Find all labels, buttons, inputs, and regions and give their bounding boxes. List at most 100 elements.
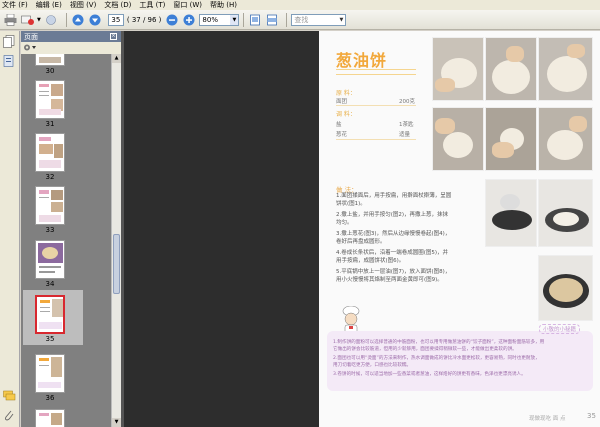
thumbnail-list: 30 31 32 33 34 35 36 [21,54,111,427]
step-photo-2 [485,37,537,101]
step-line: 1.面团揉面后，用手按扁，用擀面杖擀薄，呈圆 [336,193,452,199]
bookmarks-icon[interactable] [3,55,16,68]
next-page-icon[interactable] [88,13,102,27]
ingredient-name: 面团 [336,99,348,105]
email-dropdown-arrow[interactable]: ▼ [37,17,41,23]
document-view[interactable]: 葱油饼 原 料： 面团 200克 调 料： 盐 1茶匙 葱花 适量 做 法： 1… [124,31,600,427]
pages-panel-header: 页面 × [21,31,121,42]
thumbnail-page-32[interactable]: 32 [35,133,65,181]
scroll-up-icon[interactable]: ▲ [112,54,121,63]
thumbnail-image [35,295,65,334]
seasoning-amount: 适量 [399,132,411,138]
chevron-down-icon: ▼ [230,14,239,25]
menu-file[interactable]: 文件 (F) [2,0,28,10]
thumbnail-label: 35 [45,335,55,343]
thumbnail-image [35,80,65,119]
toolbar-separator [243,12,245,27]
step-photo-3 [538,37,593,101]
thumbnail-page-36[interactable]: 36 [35,354,65,402]
menu-view[interactable]: 视图 (V) [70,0,96,10]
step-line: 卷好后再盘成圆形。 [336,239,386,245]
thumbnail-image [35,409,65,427]
step-photo-9 [538,255,593,321]
title-rule [336,69,416,75]
previous-page-icon[interactable] [71,13,85,27]
chevron-down-icon: ▼ [339,16,344,23]
menu-window[interactable]: 窗口 (W) [173,0,202,10]
toolbar-separator [286,12,288,27]
pages-panel: 页面 × 30 31 32 33 34 35 36 ▲ ▼ [21,31,121,427]
navigation-strip [0,31,20,427]
step-line: 用手按扁，成圆饼状(图6)。 [336,258,405,264]
tip-line: 1.制作饼的面粉可以选择普通的中筋面粉，也可以用专用做葱油饼的“饺子面粉”，这种… [333,340,545,345]
step-line: 5.平底锅中放上一层油(图7)，放入面饼(图8)， [336,269,451,275]
thumbnail-image [35,133,65,172]
page-number-input[interactable]: 35 [107,13,124,26]
thumbnail-scrollbar[interactable]: ▲ ▼ [111,54,121,427]
toolbar-separator [65,12,67,27]
scrollbar-thumb[interactable] [113,234,120,294]
zoom-out-icon[interactable] [165,13,179,27]
attachments-icon[interactable] [3,409,16,422]
seasoning-amount: 1茶匙 [399,122,414,128]
thumbnail-label: 36 [45,394,55,402]
thumbnail-image [35,54,65,66]
seasoning-rule [336,139,416,140]
tip-line: 用刀切着吃更方便，口感也比较软糯。 [333,363,412,368]
pages-panel-title: 页面 [24,32,38,41]
document-page: 葱油饼 原 料： 面团 200克 调 料： 盐 1茶匙 葱花 适量 做 法： 1… [319,31,600,427]
zoom-in-icon[interactable] [182,13,196,27]
menu-edit[interactable]: 编辑 (E) [36,0,62,10]
step-line: 饼状(图1)。 [336,201,366,207]
seasoning-label: 调 料： [336,111,356,118]
menu-help[interactable]: 帮助 (H) [210,0,237,10]
thumbnail-label: 34 [45,280,55,288]
fit-width-icon[interactable] [265,13,279,27]
ingredient-amount: 200克 [399,99,415,105]
thumbnail-page-31[interactable]: 31 [35,80,65,128]
print-icon[interactable] [3,13,17,27]
scroll-down-icon[interactable]: ▼ [112,418,121,427]
seasoning-name: 盐 [336,122,342,128]
email-icon[interactable] [20,13,34,27]
thumbnail-image [35,186,65,225]
thumbnail-label: 33 [45,226,55,234]
step-photo-8 [538,179,593,247]
step-line: 3.撒上葱花(图3)，然后从边缘慢慢卷起(图4)， [336,231,451,237]
options-icon[interactable] [23,43,37,54]
page-footer: 现做现吃 面 点 [529,416,566,422]
step-photo-7 [485,179,537,247]
thumbnail-page-35[interactable]: 35 [35,295,65,343]
pages-icon[interactable] [3,35,16,48]
thumbnail-page-37[interactable] [35,409,65,427]
page-number: 35 [587,412,596,420]
tip-line: 3.卷饼的时候，可以适当地加一些香菜或者葱油，这样烙好的饼更有香味，色泽也更漂亮… [333,372,526,377]
step-line: 均匀。 [336,220,353,226]
tips-title: 小敬的小秘籍 [539,324,581,334]
ingredient-rule [336,105,416,106]
search-input[interactable]: 查找 ▼ [291,13,347,26]
step-photo-4 [432,107,484,171]
thumbnail-page-34[interactable]: 34 [35,240,65,288]
thumbnail-page-30[interactable]: 30 [35,54,65,75]
close-icon[interactable]: × [110,33,117,40]
zoom-select[interactable]: 80% ▼ [199,13,240,26]
menu-tools[interactable]: 工具 (T) [139,0,165,10]
seasoning-name: 葱花 [336,132,348,138]
toolbar: ▼ 35 ( 37 / 96 ) 80% ▼ 查找 ▼ [0,10,600,30]
fit-page-icon[interactable] [248,13,262,27]
comments-icon[interactable] [3,390,16,403]
step-photo-5 [485,107,537,171]
step-photo-1 [432,37,484,101]
step-photo-6 [538,107,593,171]
tip-line: 它做出的饼会比较筋道，但用的少就够用，面团要揉得稍微软一些，才能做出更柔软的饼。 [333,347,517,352]
thumbnail-label: 31 [45,120,55,128]
ingredients-label: 原 料： [336,90,356,97]
thumbnail-page-33[interactable]: 33 [35,186,65,234]
thumbnail-image [35,354,65,393]
hand-tool-icon[interactable] [45,13,59,27]
zoom-value: 80% [202,15,218,24]
tip-line: 2.面团也可以用“烫面”的方法来制作，热水调面做成的饼比冷水面更松软，更容易熟，… [333,356,540,361]
menu-document[interactable]: 文档 (D) [104,0,131,10]
step-line: 2.撒上盐，并用手按匀(图2)，再撒上葱，抹抹 [336,212,449,218]
